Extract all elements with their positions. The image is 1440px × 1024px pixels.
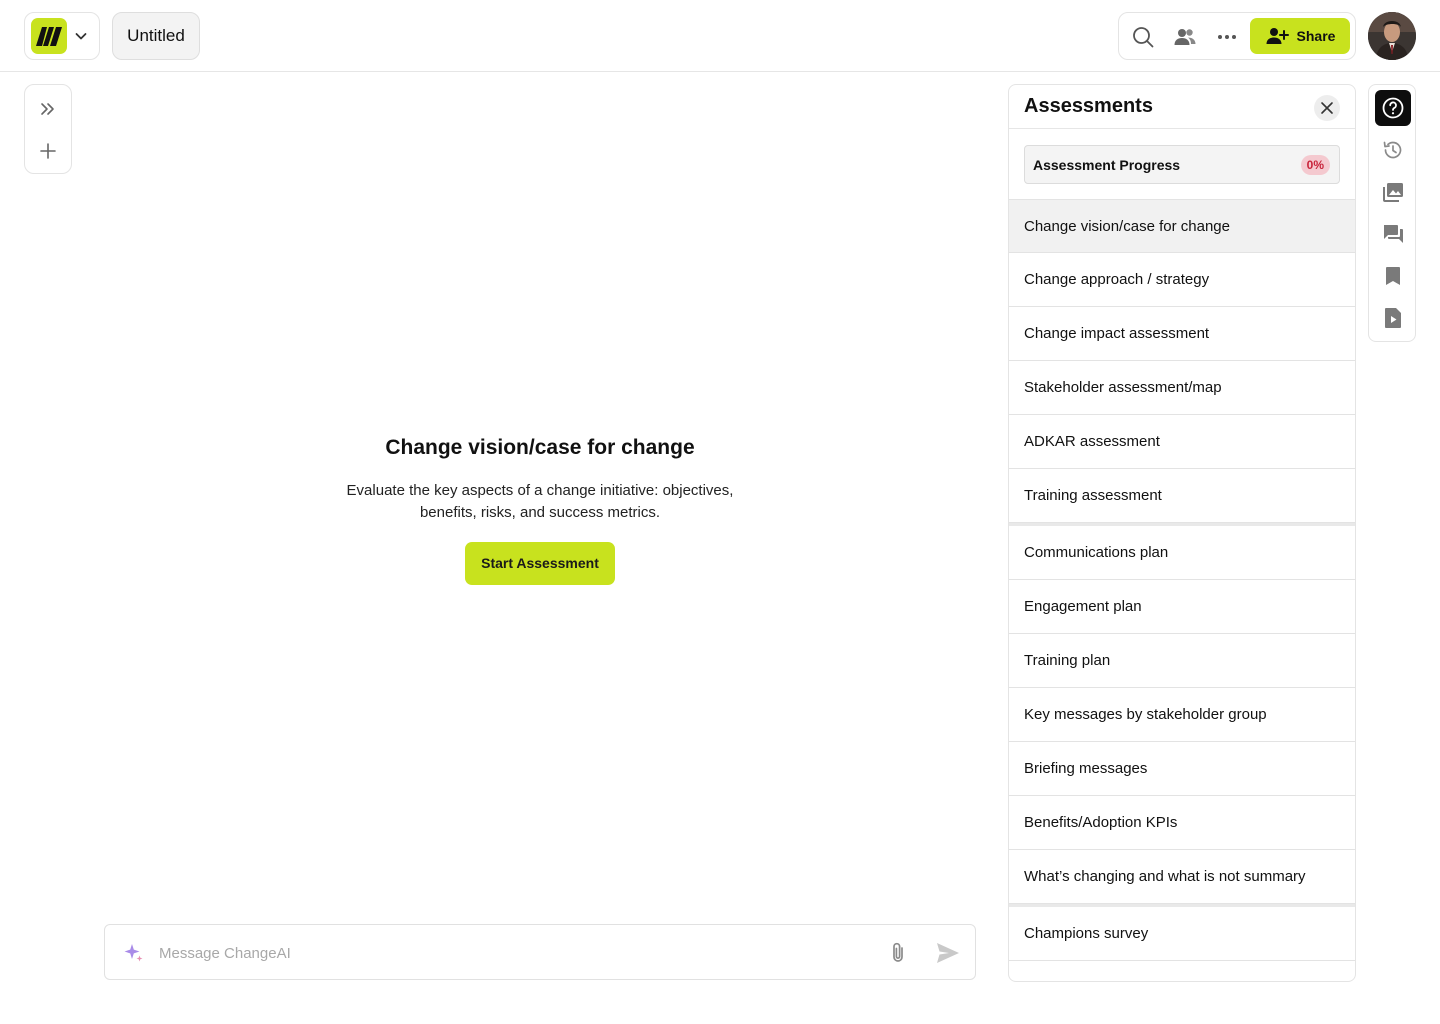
brand-logo — [31, 18, 67, 54]
expand-icon[interactable] — [36, 97, 60, 121]
list-item[interactable]: Training assessment — [1009, 469, 1355, 523]
video-doc-icon[interactable] — [1375, 300, 1411, 336]
list-item[interactable]: Training plan — [1009, 634, 1355, 688]
assessments-panel: Assessments Assessment Progress 0% Chang… — [1008, 84, 1356, 982]
chat-icon[interactable] — [1375, 216, 1411, 252]
assessment-progress: Assessment Progress 0% — [1024, 145, 1340, 184]
close-panel-button[interactable] — [1314, 95, 1340, 121]
workspace-switcher[interactable] — [24, 12, 100, 60]
right-rail — [1368, 84, 1416, 342]
message-input[interactable] — [159, 939, 859, 967]
message-composer — [104, 924, 976, 980]
send-icon[interactable] — [935, 940, 961, 966]
list-item[interactable]: Change impact assessment — [1009, 307, 1355, 361]
close-icon — [1320, 101, 1334, 115]
list-item[interactable]: Briefing messages — [1009, 742, 1355, 796]
left-rail — [24, 84, 72, 174]
avatar[interactable] — [1368, 12, 1416, 60]
panel-title: Assessments — [1024, 95, 1153, 117]
assessment-intro: Change vision/case for change Evaluate t… — [300, 436, 780, 585]
add-user-icon — [1265, 26, 1289, 46]
gallery-icon[interactable] — [1375, 174, 1411, 210]
page-title: Change vision/case for change — [385, 436, 695, 459]
header-actions: Share — [1118, 12, 1356, 60]
share-button[interactable]: Share — [1250, 18, 1350, 54]
plus-icon[interactable] — [36, 139, 60, 163]
top-bar: Untitled Share — [0, 0, 1440, 72]
panel-header: Assessments — [1009, 85, 1355, 129]
progress-label: Assessment Progress — [1033, 157, 1181, 173]
history-icon[interactable] — [1375, 132, 1411, 168]
start-assessment-button[interactable]: Start Assessment — [465, 542, 615, 585]
more-icon[interactable] — [1215, 25, 1239, 49]
list-item[interactable]: Change vision/case for change — [1009, 199, 1355, 253]
chevron-down-icon — [73, 28, 89, 44]
list-item[interactable]: What’s changing and what is not summary — [1009, 850, 1355, 904]
users-icon[interactable] — [1173, 25, 1197, 49]
list-item[interactable]: ADKAR assessment — [1009, 415, 1355, 469]
list-item[interactable]: Stakeholder assessment/map — [1009, 361, 1355, 415]
search-icon[interactable] — [1131, 25, 1155, 49]
list-item-partial[interactable] — [1009, 961, 1355, 981]
list-item[interactable]: Champions survey — [1009, 907, 1355, 961]
progress-badge: 0% — [1300, 155, 1330, 175]
help-icon[interactable] — [1375, 90, 1411, 126]
document-title[interactable]: Untitled — [112, 12, 200, 60]
bookmark-icon[interactable] — [1375, 258, 1411, 294]
list-item[interactable]: Engagement plan — [1009, 580, 1355, 634]
list-item[interactable]: Key messages by stakeholder group — [1009, 688, 1355, 742]
paperclip-icon[interactable] — [887, 941, 909, 965]
assessment-list: Change vision/case for change Change app… — [1009, 199, 1355, 981]
list-item[interactable]: Benefits/Adoption KPIs — [1009, 796, 1355, 850]
list-item[interactable]: Change approach / strategy — [1009, 253, 1355, 307]
sparkle-icon — [123, 942, 145, 964]
assessment-description: Evaluate the key aspects of a change ini… — [346, 482, 734, 521]
list-item[interactable]: Communications plan — [1009, 526, 1355, 580]
share-label: Share — [1296, 28, 1336, 44]
